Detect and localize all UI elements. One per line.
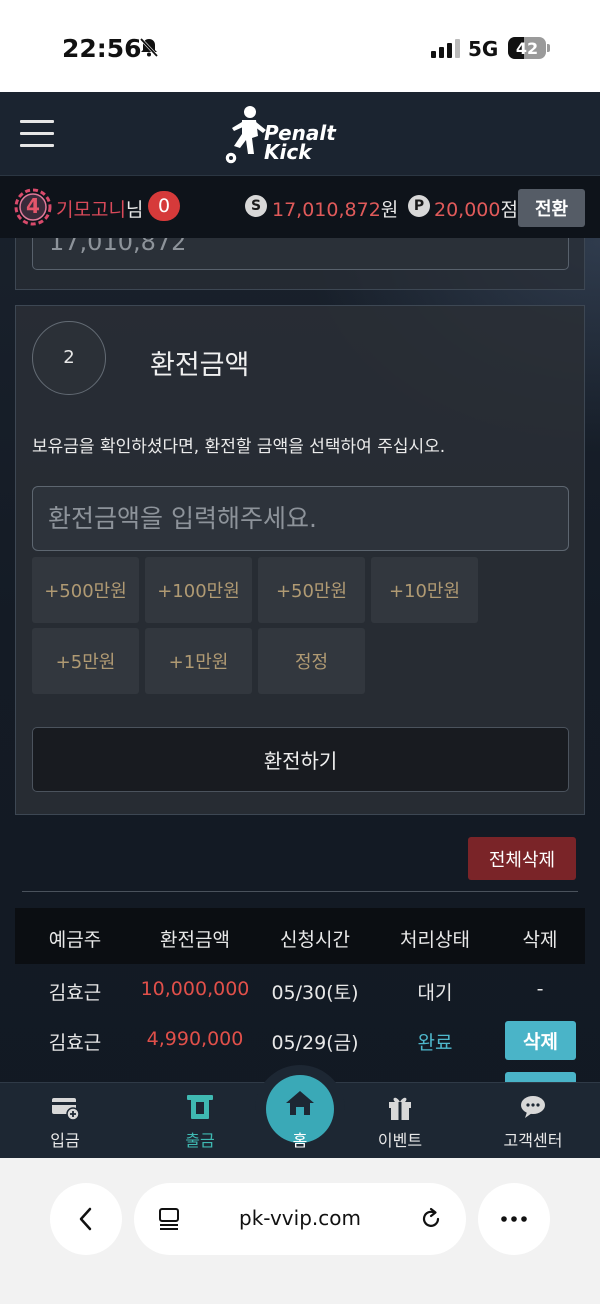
points-amount: 20,000: [434, 199, 501, 221]
battery-percent: 42: [515, 39, 539, 58]
col-depositor: 예금주: [48, 929, 102, 951]
money-icon: S: [245, 195, 267, 217]
logo[interactable]: Penalt Kick: [224, 102, 354, 170]
chevron-left-icon: [79, 1207, 92, 1231]
browser-back-button[interactable]: [50, 1183, 122, 1255]
step-number: 2: [32, 321, 106, 395]
row-amount: 4,990,000: [146, 1028, 244, 1050]
exchange-submit-button[interactable]: 환전하기: [32, 727, 569, 792]
table-row: 김효근 4,990,000 05/29(금) 완료 삭제: [15, 1016, 585, 1066]
nav-deposit[interactable]: 입금: [10, 1083, 120, 1158]
level-badge: 4: [14, 188, 52, 226]
money-balance: 17,010,872원: [272, 195, 398, 222]
status-bar: 22:56 5G 42: [0, 0, 600, 92]
row-depositor: 김효근: [48, 1032, 102, 1054]
nav-withdraw-label: 출금: [185, 1131, 215, 1150]
browser-toolbar: pk-vvip.com: [0, 1158, 600, 1304]
withdraw-atm-icon: [187, 1095, 213, 1119]
network-type: 5G: [468, 37, 499, 61]
add-1-button[interactable]: +1만원: [145, 628, 252, 694]
row-time: 05/30(토): [271, 982, 359, 1004]
col-amount: 환전금액: [160, 929, 230, 951]
add-50-button[interactable]: +50만원: [258, 557, 365, 623]
divider: [22, 891, 578, 892]
bell-muted-icon: [139, 37, 159, 58]
nav-support-label: 고객센터: [503, 1131, 563, 1150]
col-time: 신청시간: [280, 929, 350, 951]
row-status: 완료: [417, 1032, 453, 1054]
point-balance: 20,000점: [434, 195, 518, 222]
chat-icon: [521, 1096, 545, 1118]
user-bar: 4 기모고니님 0 S 17,010,872원 P 20,000점 전환: [0, 176, 600, 238]
url-text: pk-vvip.com: [239, 1206, 361, 1230]
username-honorific: 님: [125, 199, 144, 221]
balance-field: 17,010,872: [32, 228, 569, 270]
nav-event-label: 이벤트: [377, 1131, 423, 1150]
username-text: 기모고니: [56, 199, 126, 221]
reload-icon[interactable]: [417, 1205, 445, 1233]
row-delete-button[interactable]: 삭제: [505, 1021, 576, 1060]
exchange-title: 환전금액: [150, 350, 250, 381]
history-table-header: 예금주 환전금액 신청시간 처리상태 삭제: [15, 908, 585, 964]
deposit-card-icon: [52, 1098, 79, 1121]
row-time: 05/29(금): [271, 1032, 359, 1054]
table-row: 김효근 10,000,000 05/30(토) 대기 -: [15, 966, 585, 1016]
row-action: -: [536, 978, 544, 1000]
reader-icon: [159, 1208, 179, 1230]
signal-icon: [431, 39, 460, 58]
add-500-button[interactable]: +500만원: [32, 557, 139, 623]
browser-more-button[interactable]: [478, 1183, 550, 1255]
nav-deposit-label: 입금: [50, 1131, 80, 1150]
battery-icon: 42: [508, 37, 546, 59]
delete-all-button[interactable]: 전체삭제: [468, 837, 576, 880]
point-icon: P: [408, 195, 430, 217]
more-icon: [501, 1216, 527, 1222]
exchange-panel: 2 환전금액 보유금을 확인하셨다면, 환전할 금액을 선택하여 주십시오. +…: [15, 305, 585, 815]
message-count-badge[interactable]: 0: [148, 191, 180, 221]
points-unit: 점: [500, 199, 518, 221]
app-header: Penalt Kick: [0, 92, 600, 176]
level-number: 4: [26, 194, 40, 218]
row-depositor: 김효근: [48, 982, 102, 1004]
nav-event[interactable]: 이벤트: [345, 1083, 455, 1158]
exchange-description: 보유금을 확인하셨다면, 환전할 금액을 선택하여 주십시오.: [32, 437, 446, 457]
logo-text: Penalt Kick: [264, 123, 336, 164]
status-time: 22:56: [62, 34, 142, 63]
add-10-button[interactable]: +10만원: [371, 557, 478, 623]
home-icon: [286, 1091, 314, 1115]
money-amount: 17,010,872: [272, 199, 381, 221]
exchange-amount-input[interactable]: [32, 486, 569, 551]
nav-home-label: 홈: [292, 1131, 308, 1150]
switch-points-button[interactable]: 전환: [518, 189, 585, 227]
battery-cap: [547, 44, 550, 52]
address-bar[interactable]: pk-vvip.com: [134, 1183, 466, 1255]
money-unit: 원: [380, 199, 399, 221]
nav-withdraw[interactable]: 출금: [145, 1083, 255, 1158]
add-5-button[interactable]: +5만원: [32, 628, 139, 694]
row-status: 대기: [417, 982, 453, 1004]
col-delete: 삭제: [522, 929, 558, 951]
add-100-button[interactable]: +100만원: [145, 557, 252, 623]
username[interactable]: 기모고니님: [56, 195, 143, 222]
app-screen: 17,010,872 2 환전금액 보유금을 확인하셨다면, 환전할 금액을 선…: [0, 92, 600, 1158]
gift-icon: [389, 1097, 411, 1120]
reset-amount-button[interactable]: 정정: [258, 628, 365, 694]
row-amount: 10,000,000: [140, 978, 250, 1000]
col-status: 처리상태: [400, 929, 470, 951]
logo-line-2: Kick: [264, 140, 312, 164]
nav-support[interactable]: 고객센터: [478, 1083, 588, 1158]
menu-icon[interactable]: [20, 120, 54, 148]
